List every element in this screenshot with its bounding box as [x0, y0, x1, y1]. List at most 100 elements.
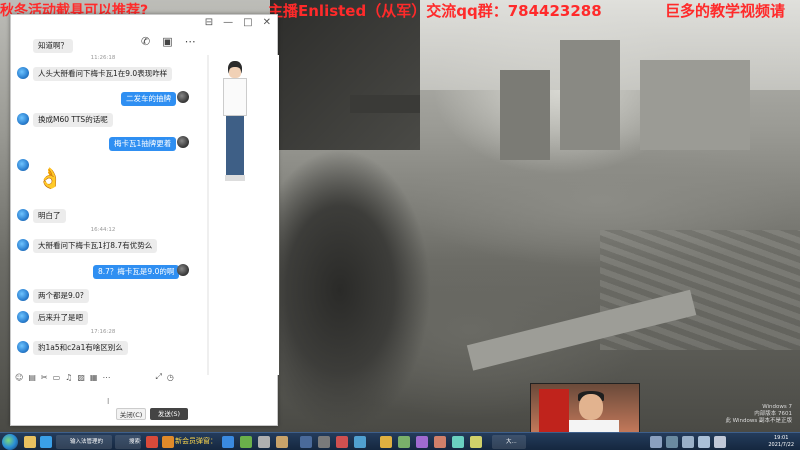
scissors-icon[interactable]: ✂ [41, 373, 48, 382]
figure-shoes [225, 175, 245, 181]
overlay-top-right-text: 巨多的教学视频请 [665, 2, 786, 20]
more-tools-icon[interactable]: ⋯ [102, 373, 110, 382]
taskbar: 输入法管理的 搜索一下 新会员弹窗： 大... 19:01 2021/7/22 [0, 432, 800, 450]
ruin-wall [500, 70, 550, 160]
clock-date: 2021/7/22 [768, 442, 794, 448]
app-icon[interactable] [336, 436, 348, 448]
figure-face [229, 67, 241, 78]
figure-jeans [226, 116, 244, 176]
streamer-face [579, 394, 603, 420]
message-bubble: 豹1a5和c2a1有啥区别么 [33, 341, 128, 355]
input-method-icon[interactable] [714, 436, 726, 448]
tray-icon[interactable] [666, 436, 678, 448]
qq-icon[interactable] [222, 436, 234, 448]
input-toolbar: ☺ ▤ ✂ ▭ ♫ ▨ ▦ ⋯ ⤢ ◷ [11, 370, 209, 384]
app-icon[interactable] [146, 436, 158, 448]
message-list: 知道啊？ 11:26:18 人头大掰看问下梅卡瓦1在9.0表现咋样 二发车的抽牌… [11, 37, 209, 377]
contact-avatar-icon[interactable] [17, 239, 29, 251]
message-bubble: 8.7？梅卡瓦是9.0的啊 [93, 265, 180, 279]
contact-show-panel [209, 55, 279, 375]
gif-icon[interactable]: ▤ [28, 373, 36, 382]
contact-avatar-icon[interactable] [17, 341, 29, 353]
expand-icon[interactable]: ⤢ [155, 372, 161, 382]
app-icon[interactable] [380, 436, 392, 448]
taskbar-item[interactable]: 搜索一下 [115, 435, 141, 449]
browser-icon[interactable] [40, 436, 52, 448]
screen-share-icon[interactable]: ▦ [90, 373, 98, 382]
message-input[interactable] [11, 385, 209, 407]
volume-icon[interactable] [682, 436, 694, 448]
window-controls: ⊟ — □ ✕ [205, 17, 271, 28]
app-icon[interactable] [300, 436, 312, 448]
app-icon[interactable] [276, 436, 288, 448]
send-button[interactable]: 发送(S) [150, 408, 188, 420]
taskbar-item[interactable]: 输入法管理的 [56, 435, 112, 449]
contact-avatar-icon[interactable] [17, 311, 29, 323]
folder-icon[interactable]: ▭ [53, 373, 61, 382]
figure-shirt [223, 78, 247, 116]
overlay-streamer-contact: 主播Enlisted（从军）交流qq群：784423288 [268, 2, 602, 20]
contact-avatar-icon[interactable] [17, 209, 29, 221]
app-icon[interactable] [434, 436, 446, 448]
message-timestamp: 17:16:28 [90, 329, 116, 335]
self-avatar-icon[interactable] [177, 136, 189, 148]
app-icon[interactable] [240, 436, 252, 448]
close-icon[interactable]: ✕ [263, 17, 271, 28]
message-bubble: 人头大掰看问下梅卡瓦1在9.0表现咋样 [33, 67, 173, 81]
text-cursor-icon: I [107, 397, 110, 406]
app-icon[interactable] [354, 436, 366, 448]
app-icon[interactable] [416, 436, 428, 448]
message-bubble: 梅卡瓦1抽牌更着 [109, 137, 177, 151]
message-bubble: 二发车的抽牌 [121, 92, 176, 106]
app-icon[interactable] [258, 436, 270, 448]
message-bubble: 后来升了是吧 [33, 311, 88, 325]
pin-icon[interactable]: ⊟ [205, 17, 213, 28]
folder-icon[interactable] [24, 436, 36, 448]
message-bubble: 明白了 [33, 209, 66, 223]
tray-icon[interactable] [650, 436, 662, 448]
app-icon[interactable] [318, 436, 330, 448]
os-genuine-warning: 此 Windows 副本不是正版 [725, 418, 792, 424]
taskbar-item[interactable]: 大... [492, 435, 526, 449]
chat-titlebar: ⊟ — □ ✕ [11, 15, 277, 33]
os-name: Windows 7 [762, 404, 792, 410]
system-clock[interactable]: 19:01 2021/7/22 [768, 435, 794, 449]
avatar-figure [217, 61, 253, 191]
clock-time: 19:01 [773, 435, 789, 441]
contact-avatar-icon[interactable] [17, 113, 29, 125]
close-button[interactable]: 关闭(C) [116, 408, 146, 420]
gaming-chair [539, 389, 569, 432]
soldier-silhouette [280, 150, 460, 430]
self-avatar-icon[interactable] [177, 91, 189, 103]
message-bubble: 知道啊？ [33, 39, 73, 53]
music-icon[interactable]: ♫ [65, 373, 72, 382]
tank-barrel [350, 95, 420, 113]
tank-silhouette [270, 0, 420, 150]
windows-activation-notice: Windows 7 内部版本 7601 此 Windows 副本不是正版 [725, 404, 792, 425]
app-icon[interactable] [162, 436, 174, 448]
app-icon[interactable] [398, 436, 410, 448]
app-icon[interactable] [470, 436, 482, 448]
history-icon[interactable]: ◷ [167, 373, 174, 382]
contact-avatar-icon[interactable] [17, 289, 29, 301]
maximize-icon[interactable]: □ [243, 17, 252, 28]
contact-avatar-icon[interactable] [17, 159, 29, 171]
message-bubble: 两个都是9.0? [33, 289, 89, 303]
message-timestamp: 16:44:12 [90, 227, 116, 233]
ruin-wall [560, 40, 620, 150]
network-icon[interactable] [698, 436, 710, 448]
message-bubble: 大掰看问下梅卡瓦1打8.7有优势么 [33, 239, 158, 253]
ruin-wall [640, 60, 750, 150]
message-bubble: 换成M60 TTS的话呢 [33, 113, 113, 127]
start-button[interactable] [2, 434, 18, 450]
ok-hand-icon: 👌 [37, 166, 63, 190]
contact-avatar-icon[interactable] [17, 67, 29, 79]
minimize-icon[interactable]: — [223, 17, 233, 28]
self-avatar-icon[interactable] [177, 264, 189, 276]
emoji-icon[interactable]: ☺ [15, 373, 23, 382]
app-icon[interactable] [452, 436, 464, 448]
image-icon[interactable]: ▨ [77, 373, 85, 382]
streamer-webcam [530, 383, 640, 433]
rubble-pile [600, 230, 800, 350]
message-timestamp: 11:26:18 [90, 55, 116, 61]
